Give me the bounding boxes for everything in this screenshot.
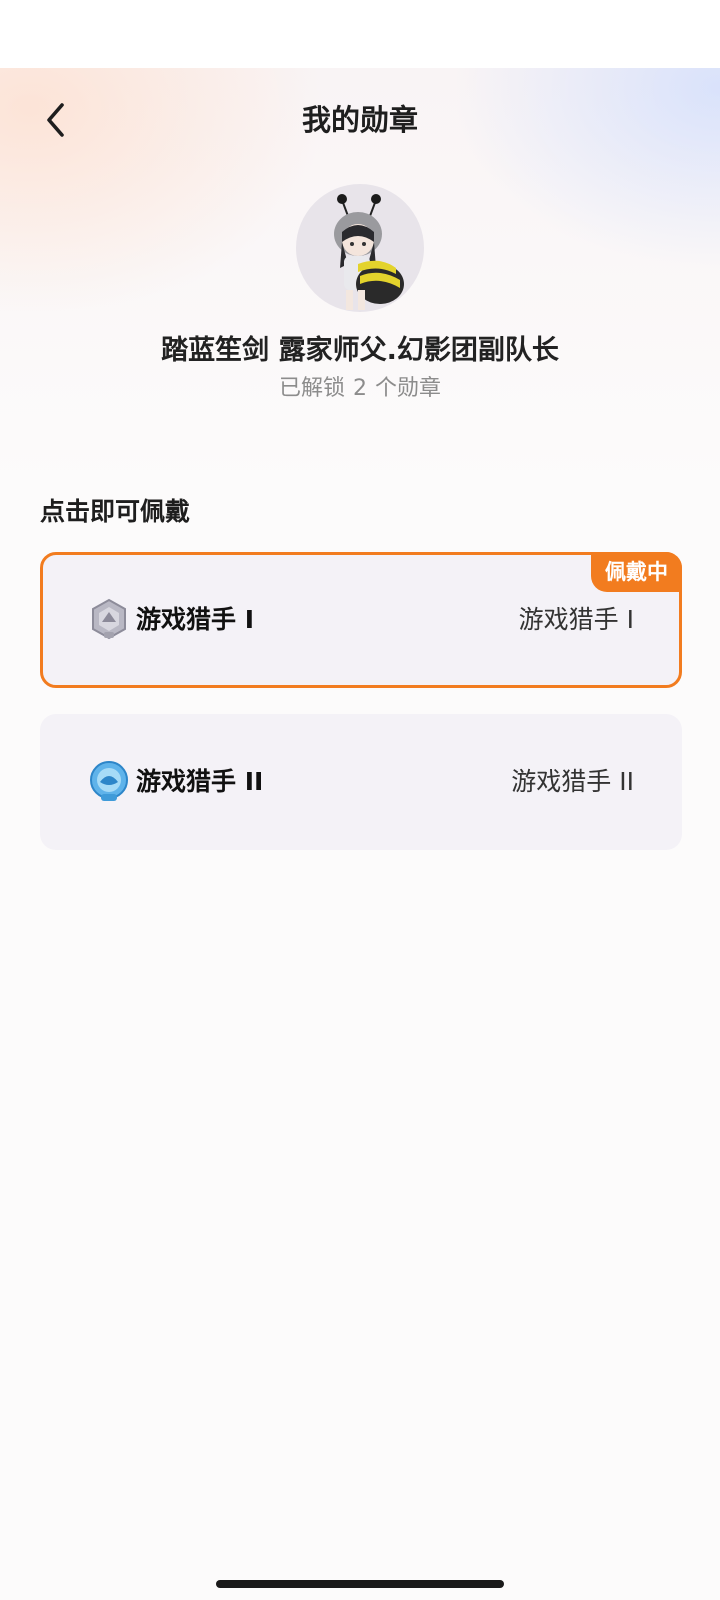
page-title: 我的勋章 — [301, 103, 418, 137]
user-name: 踏蓝笙剑 露家师父.幻影团副队长 — [161, 335, 559, 366]
badge-level: 游戏猎手 II — [511, 767, 634, 796]
avatar-illustration — [334, 194, 404, 310]
unlocked-suffix: 个勋章 — [375, 376, 442, 401]
silver-badge-icon — [92, 598, 126, 640]
badge-level: 游戏猎手 I — [518, 605, 634, 634]
unlocked-summary: 已解锁 2 个勋章 — [0, 372, 720, 406]
badge-card[interactable]: 佩戴中 游戏猎手 I 游戏猎手 I — [40, 552, 682, 688]
home-indicator[interactable] — [216, 1580, 504, 1588]
badge-card[interactable]: 游戏猎手 II 游戏猎手 II — [40, 714, 682, 850]
unlocked-prefix: 已解锁 — [278, 376, 345, 401]
badge-name: 游戏猎手 II — [136, 767, 264, 796]
status-bar — [0, 0, 720, 68]
wearing-tag: 佩戴中 — [591, 552, 682, 592]
unlocked-count: 2 — [353, 376, 367, 401]
avatar[interactable] — [296, 184, 424, 312]
section-title: 点击即可佩戴 — [40, 497, 191, 526]
badge-name: 游戏猎手 I — [136, 605, 255, 634]
blue-badge-icon — [90, 761, 128, 801]
